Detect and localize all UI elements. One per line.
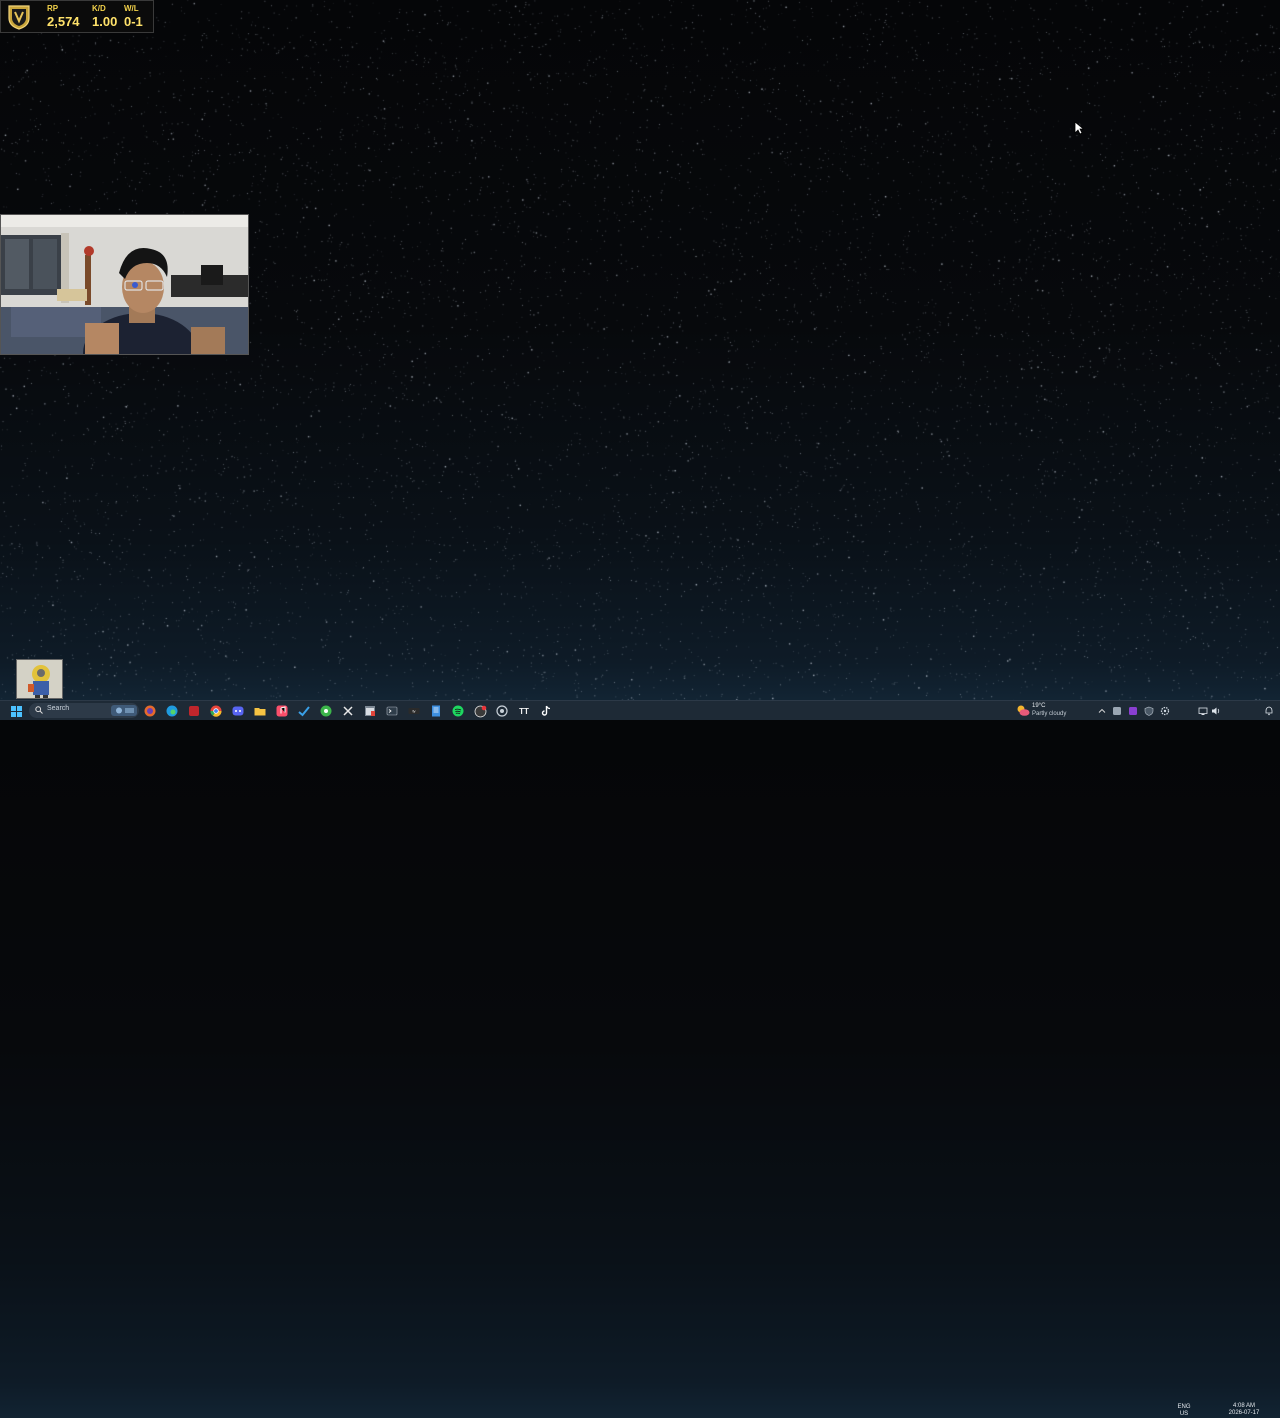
kd-value: 1.00: [92, 14, 118, 29]
rp-stat: RP 2,574: [47, 4, 80, 29]
wl-label: W/L: [124, 4, 139, 13]
chrome-icon: [210, 705, 222, 717]
rp-value: 2,574: [47, 14, 80, 29]
tray-icon-app2[interactable]: [1126, 704, 1140, 718]
taskbar-app-green[interactable]: [319, 704, 333, 718]
kd-stat: K/D 1.00: [92, 4, 117, 29]
clock-time: 4:08 AM: [1232, 1403, 1255, 1409]
rp-label: RP: [47, 4, 59, 13]
taskbar-app-window[interactable]: [363, 704, 377, 718]
language-bottom: US: [1179, 1411, 1189, 1417]
discord-icon: [232, 706, 244, 716]
music-app-icon: [276, 705, 288, 717]
wl-value: 0-1: [124, 14, 143, 29]
x-logo-icon: [343, 706, 353, 716]
taskbar-app-media[interactable]: [187, 704, 201, 718]
tray-overflow-chevron[interactable]: [1095, 704, 1109, 718]
taskbar-app-chrome[interactable]: [209, 704, 223, 718]
windows-logo-icon: [10, 705, 22, 717]
tray-icon-app3[interactable]: [1142, 704, 1156, 718]
obs-icon: [474, 705, 486, 717]
media-app-icon: [189, 706, 199, 716]
taskbar-app-tv[interactable]: tv: [407, 704, 421, 718]
stats-overlay: RP 2,574 K/D 1.00 W/L 0-1: [0, 0, 154, 33]
taskbar-app-edge[interactable]: [165, 704, 179, 718]
green-circle-app-icon: [320, 705, 332, 717]
bell-icon: [1265, 706, 1273, 716]
checkmark-app-icon: [298, 706, 310, 717]
rank-shield-icon: [8, 5, 30, 30]
start-button[interactable]: [9, 704, 23, 718]
notification-center[interactable]: [1262, 704, 1276, 718]
clock[interactable]: 4:08 AM 2026-07-17: [1226, 1403, 1262, 1417]
taskbar: Search tv TT 19°C Partly cloudy ENG US 4…: [0, 700, 1280, 1417]
clock-date: 2026-07-17: [1228, 1410, 1260, 1416]
taskbar-app-tiktok[interactable]: [539, 704, 553, 718]
taskbar-app-music[interactable]: [275, 704, 289, 718]
spotify-icon: [452, 705, 464, 717]
terminal-icon: [386, 706, 398, 716]
search-placeholder: Search: [47, 705, 70, 712]
chevron-up-icon: [1098, 708, 1106, 713]
tv-app-icon: tv: [408, 708, 420, 714]
tray-network[interactable]: [1196, 704, 1210, 718]
folder-icon: [254, 708, 266, 716]
mouse-cursor-icon: [1074, 121, 1084, 135]
purple-tray-icon: [1129, 707, 1137, 715]
tray-icon-app4[interactable]: [1158, 704, 1172, 718]
edge-icon: [166, 705, 178, 717]
firefox-icon: [144, 705, 156, 717]
tray-gear-icon: [1160, 706, 1170, 716]
taskbar-app-obs[interactable]: [473, 704, 487, 718]
kd-label: K/D: [92, 4, 106, 13]
weather-condition: Partly cloudy: [1032, 711, 1067, 717]
desktop-widget-thumbnail[interactable]: [16, 659, 63, 699]
weather-temperature: 19°C: [1032, 703, 1046, 709]
taskbar-app-check[interactable]: [297, 704, 311, 718]
taskbar-app-firefox[interactable]: [143, 704, 157, 718]
window-app-icon: [365, 706, 375, 716]
taskbar-app-tt[interactable]: TT: [517, 704, 531, 718]
search-icon: [35, 706, 43, 714]
partly-cloudy-icon: [1017, 705, 1030, 716]
tray-icon-app1[interactable]: [1110, 704, 1124, 718]
language-top: ENG: [1177, 1404, 1191, 1410]
tiktok-icon: [541, 705, 551, 716]
taskbar-app-x[interactable]: [341, 704, 355, 718]
webcam-image: [1, 215, 248, 354]
webcam-feed: [0, 214, 249, 355]
taskbar-app-file-explorer[interactable]: [253, 704, 267, 718]
taskbar-app-notes[interactable]: [429, 704, 443, 718]
circle-app-icon: [496, 705, 508, 717]
svg-text:tv: tv: [412, 709, 415, 714]
svg-text:TT: TT: [519, 707, 529, 716]
search-highlight-icon: [111, 705, 137, 716]
language-indicator[interactable]: ENG US: [1176, 1404, 1192, 1418]
character-figurine-icon: [17, 660, 62, 698]
speaker-icon: [1212, 707, 1220, 715]
tray-app-icon: [1113, 707, 1121, 715]
tt-app-icon: TT: [519, 707, 529, 716]
notes-icon: [432, 705, 440, 717]
taskbar-search-box[interactable]: Search: [29, 703, 139, 718]
taskbar-app-terminal[interactable]: [385, 704, 399, 718]
tray-volume[interactable]: [1209, 704, 1223, 718]
taskbar-app-circle[interactable]: [495, 704, 509, 718]
tray-shield-icon: [1144, 706, 1154, 716]
weather-widget[interactable]: 19°C Partly cloudy: [1014, 703, 1074, 719]
taskbar-app-discord[interactable]: [231, 704, 245, 718]
taskbar-app-spotify[interactable]: [451, 704, 465, 718]
network-icon: [1198, 707, 1208, 715]
wl-stat: W/L 0-1: [124, 4, 143, 29]
